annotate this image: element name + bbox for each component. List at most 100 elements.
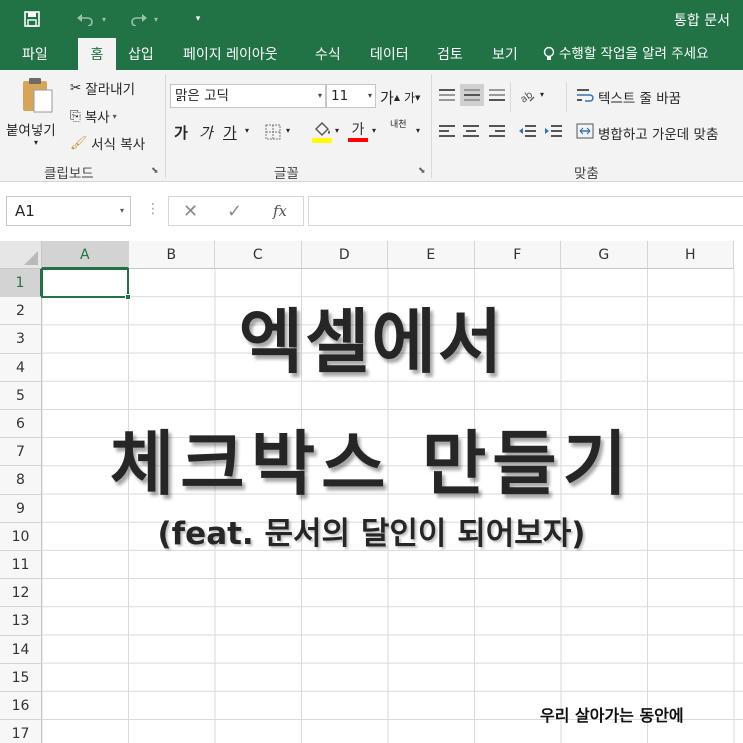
format-painter-button[interactable]: 🖌 서식 복사 bbox=[70, 133, 145, 153]
wrap-text-icon bbox=[576, 87, 594, 107]
font-name-value: 맑은 고딕 bbox=[175, 88, 229, 104]
copy-icon: ⎘ bbox=[70, 108, 81, 124]
name-box-value: A1 bbox=[15, 202, 35, 220]
copy-dropdown-icon[interactable]: ▾ bbox=[113, 112, 117, 121]
paste-dropdown-icon[interactable]: ▾ bbox=[34, 138, 38, 147]
undo-dropdown-icon[interactable]: ▾ bbox=[98, 8, 110, 30]
select-all-button[interactable] bbox=[0, 241, 42, 269]
font-size-value: 11 bbox=[331, 88, 349, 104]
increase-indent-icon[interactable] bbox=[542, 120, 564, 142]
tab-formulas[interactable]: 수식 bbox=[315, 38, 341, 70]
lightbulb-icon bbox=[543, 46, 555, 60]
bold-button[interactable]: 가 bbox=[174, 122, 188, 143]
tab-data[interactable]: 데이터 bbox=[370, 38, 409, 70]
enter-icon[interactable]: ✓ bbox=[227, 201, 242, 222]
decrease-indent-icon[interactable] bbox=[516, 120, 538, 142]
tab-home[interactable]: 홈 bbox=[78, 38, 116, 70]
font-color-dropdown-icon[interactable]: ▾ bbox=[372, 126, 376, 135]
overlay-credit: 우리 살아가는 동안에 bbox=[540, 706, 684, 725]
column-header-h[interactable]: H bbox=[647, 241, 734, 269]
scissors-icon: ✂ bbox=[70, 80, 82, 96]
wrap-text-label: 텍스트 줄 바꿈 bbox=[598, 91, 682, 107]
fill-color-icon[interactable] bbox=[310, 119, 334, 145]
save-icon[interactable] bbox=[20, 8, 44, 30]
wrap-text-button[interactable]: 텍스트 줄 바꿈 bbox=[576, 87, 681, 107]
clipboard-launcher-icon[interactable]: ⬊ bbox=[151, 166, 159, 176]
align-right-icon[interactable] bbox=[486, 120, 508, 142]
overlay-title-line1: 엑셀에서 bbox=[238, 301, 505, 383]
formula-bar-buttons: ✕ ✓ fx bbox=[168, 196, 304, 226]
fill-color-dropdown-icon[interactable]: ▾ bbox=[335, 126, 339, 135]
alignment-group-label: 맞춤 bbox=[574, 166, 599, 182]
cut-button[interactable]: ✂ 잘라내기 bbox=[70, 78, 135, 98]
orientation-dropdown-icon[interactable]: ▾ bbox=[540, 90, 544, 99]
qat-customize-icon[interactable]: ▾ bbox=[190, 8, 206, 30]
grow-font-label: 가 bbox=[380, 89, 394, 107]
align-middle-icon[interactable] bbox=[460, 84, 484, 106]
font-launcher-icon[interactable]: ⬊ bbox=[418, 166, 426, 176]
group-divider bbox=[431, 74, 432, 178]
row-header-14[interactable]: 14 bbox=[0, 635, 42, 664]
row-header-17[interactable]: 17 bbox=[0, 720, 42, 743]
tab-page-layout[interactable]: 페이지 레이아웃 bbox=[183, 38, 278, 70]
font-color-glyph: 가 bbox=[351, 122, 365, 138]
font-size-select[interactable]: 11 ▾ bbox=[326, 84, 376, 108]
copy-button[interactable]: ⎘ 복사 ▾ bbox=[70, 106, 117, 126]
font-name-select[interactable]: 맑은 고딕 ▾ bbox=[170, 84, 326, 108]
ribbon-tab-bar: 파일 홈 삽입 페이지 레이아웃 수식 데이터 검토 보기 수행할 작업을 알려… bbox=[0, 38, 743, 70]
overlay-title-line2: 체크박스 만들기 bbox=[109, 423, 634, 505]
tab-insert[interactable]: 삽입 bbox=[128, 38, 154, 70]
column-header-e[interactable]: E bbox=[388, 241, 475, 269]
phonetic-guide-button[interactable]: 내천 bbox=[390, 120, 407, 130]
paste-icon[interactable] bbox=[18, 76, 58, 116]
column-header-g[interactable]: G bbox=[561, 241, 648, 269]
formula-bar-splitter[interactable]: ⋮ bbox=[146, 201, 160, 217]
row-header-16[interactable]: 16 bbox=[0, 692, 42, 721]
shrink-font-button[interactable]: 가 ▼ bbox=[404, 89, 420, 106]
align-bottom-icon[interactable] bbox=[486, 84, 508, 106]
column-header-f[interactable]: F bbox=[474, 241, 561, 269]
align-left-icon[interactable] bbox=[436, 120, 458, 142]
column-header-a[interactable]: A bbox=[42, 241, 129, 269]
row-header-12[interactable]: 12 bbox=[0, 579, 42, 608]
column-header-c[interactable]: C bbox=[215, 241, 302, 269]
font-name-dropdown-icon: ▾ bbox=[317, 91, 322, 100]
shrink-font-label: 가 bbox=[404, 91, 416, 105]
underline-button[interactable]: 가 bbox=[223, 122, 237, 143]
name-box[interactable]: A1 ▾ bbox=[6, 196, 131, 226]
undo-icon[interactable] bbox=[74, 8, 96, 30]
align-divider bbox=[566, 82, 567, 112]
font-color-button[interactable]: 가 bbox=[346, 119, 370, 145]
border-dropdown-icon[interactable]: ▾ bbox=[286, 126, 290, 135]
tell-me-text: 수행할 작업을 알려 주세요 bbox=[559, 46, 709, 62]
grow-font-button[interactable]: 가 ▲ bbox=[380, 87, 400, 108]
italic-button[interactable]: 가 bbox=[199, 122, 213, 143]
format-painter-label: 서식 복사 bbox=[91, 137, 146, 153]
insert-function-icon[interactable]: fx bbox=[273, 202, 287, 220]
tab-review[interactable]: 검토 bbox=[437, 38, 463, 70]
cut-label: 잘라내기 bbox=[85, 82, 135, 98]
row-header-11[interactable]: 11 bbox=[0, 551, 42, 580]
font-size-dropdown-icon: ▾ bbox=[367, 91, 372, 100]
column-header-b[interactable]: B bbox=[128, 241, 215, 269]
cancel-icon[interactable]: ✕ bbox=[183, 201, 198, 222]
tab-view[interactable]: 보기 bbox=[492, 38, 518, 70]
align-center-icon[interactable] bbox=[460, 120, 482, 142]
column-header-d[interactable]: D bbox=[301, 241, 388, 269]
paste-button-label[interactable]: 붙여넣기 bbox=[6, 119, 56, 139]
align-top-icon[interactable] bbox=[436, 84, 458, 106]
border-icon[interactable] bbox=[262, 121, 284, 143]
row-header-13[interactable]: 13 bbox=[0, 607, 42, 636]
orientation-icon[interactable]: ab bbox=[516, 84, 538, 106]
overlay-subtitle: (feat. 문서의 달인이 되어보자) bbox=[157, 516, 586, 552]
tell-me-search[interactable]: 수행할 작업을 알려 주세요 bbox=[543, 38, 709, 70]
row-header-15[interactable]: 15 bbox=[0, 663, 42, 692]
redo-icon[interactable] bbox=[128, 8, 150, 30]
merge-center-button[interactable]: 병합하고 가운데 맞춤 bbox=[576, 123, 718, 143]
redo-dropdown-icon[interactable]: ▾ bbox=[150, 8, 162, 30]
name-box-dropdown-icon[interactable]: ▾ bbox=[120, 197, 124, 225]
phonetic-dropdown-icon[interactable]: ▾ bbox=[416, 126, 420, 135]
underline-dropdown-icon[interactable]: ▾ bbox=[245, 126, 249, 135]
formula-input[interactable] bbox=[308, 196, 743, 226]
tab-file[interactable]: 파일 bbox=[22, 38, 48, 70]
